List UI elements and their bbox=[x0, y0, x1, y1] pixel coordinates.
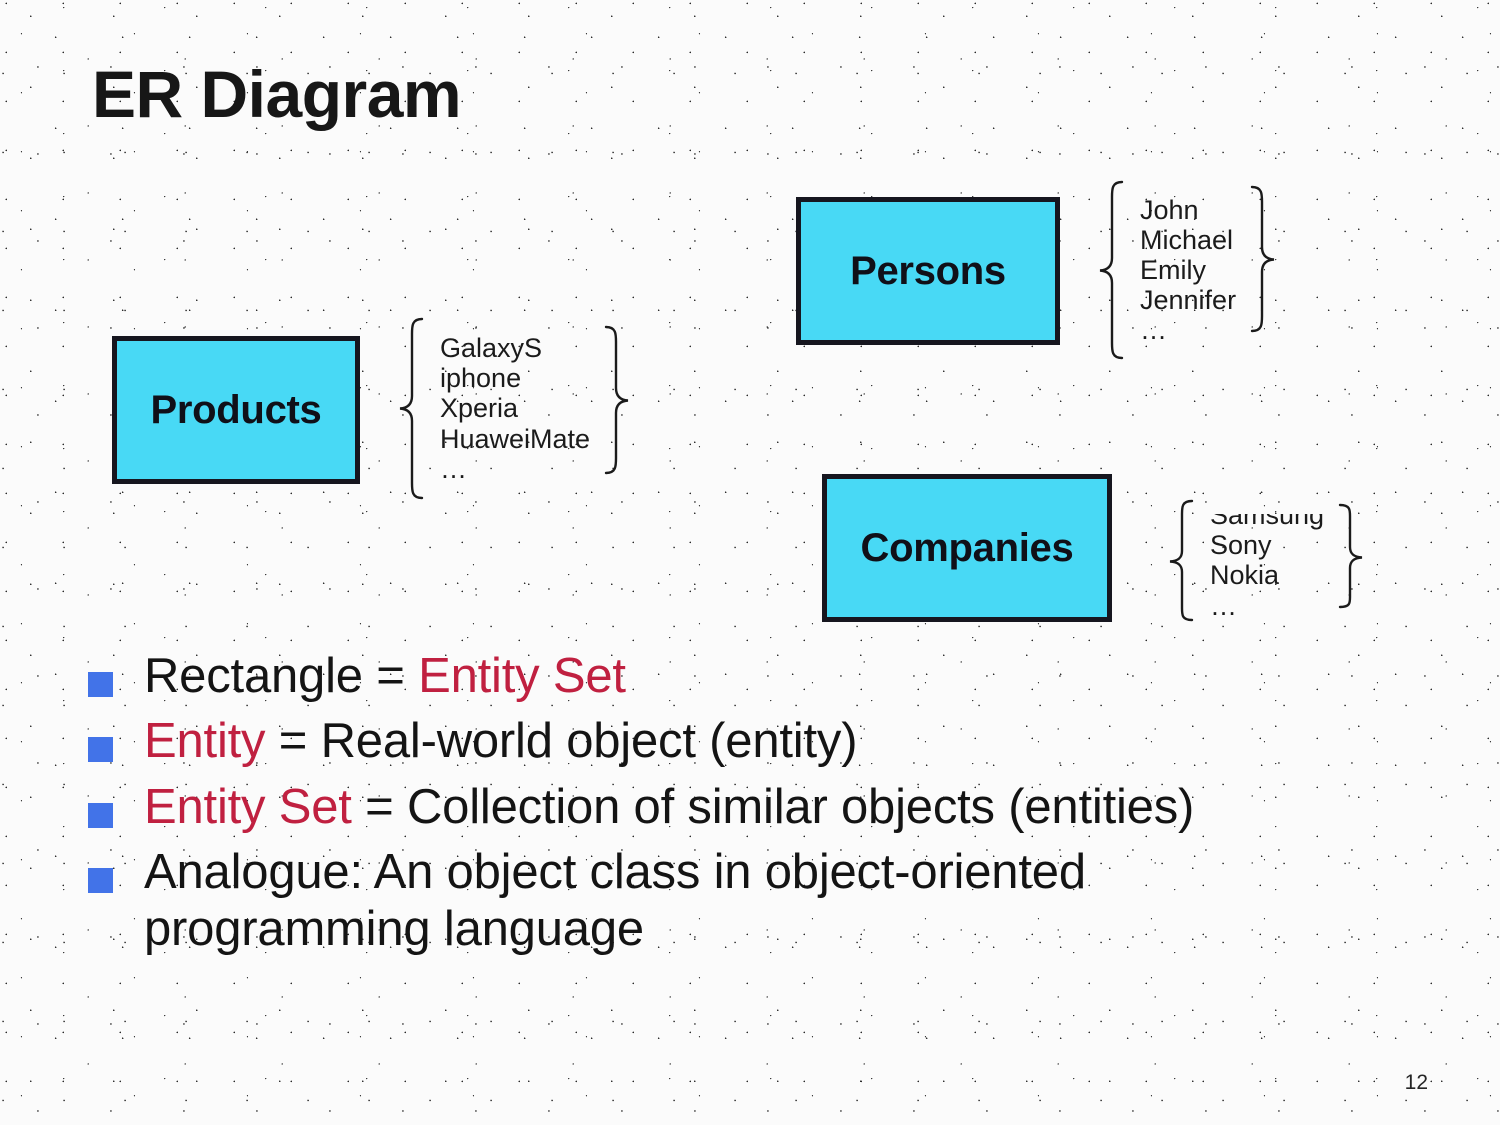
bullet-text-3: Entity Set = Collection of similar objec… bbox=[144, 779, 1194, 836]
page-number: 12 bbox=[1404, 1071, 1428, 1094]
slide-canvas: ER Diagram Products GalaxyS iphone Xperi… bbox=[0, 0, 1500, 1125]
entity-box-persons[interactable]: Persons bbox=[796, 197, 1060, 345]
member-item: Nokia bbox=[1210, 560, 1280, 591]
member-item: Jennifer bbox=[1140, 285, 1237, 316]
entity-label-persons: Persons bbox=[850, 248, 1006, 293]
member-item: iphone bbox=[440, 363, 522, 394]
bullet-square-icon bbox=[88, 737, 113, 763]
member-item: Sony bbox=[1210, 530, 1272, 561]
left-brace-icon bbox=[1169, 499, 1194, 622]
list-item: Entity Set = Collection of similar objec… bbox=[88, 779, 1428, 836]
member-item: HuaweiMate bbox=[440, 423, 591, 454]
bullet-text-1: Rectangle = Entity Set bbox=[144, 648, 626, 705]
member-item-ellipsis: … bbox=[1140, 315, 1167, 346]
bullet-segment-plain: Rectangle = bbox=[144, 649, 419, 703]
bullet-square-icon bbox=[88, 802, 113, 828]
bullet-segment-plain: = Collection of similar objects (entitie… bbox=[351, 779, 1195, 834]
right-brace-icon bbox=[604, 325, 629, 474]
member-item-clipped: Samsung bbox=[1210, 514, 1325, 531]
member-item: GalaxyS bbox=[440, 333, 543, 364]
member-item: Michael bbox=[1140, 224, 1234, 255]
left-brace-icon bbox=[399, 317, 424, 500]
member-item: John bbox=[1140, 194, 1199, 225]
entity-box-products[interactable]: Products bbox=[112, 336, 360, 484]
page-title: ER Diagram bbox=[92, 57, 462, 131]
member-list-persons: John Michael Emily Jennifer … bbox=[1098, 179, 1276, 361]
bullet-segment-highlight: Entity bbox=[144, 714, 266, 769]
member-item-ellipsis: … bbox=[1210, 590, 1237, 621]
left-brace-icon bbox=[1099, 180, 1124, 360]
member-names-persons: John Michael Emily Jennifer … bbox=[1124, 195, 1250, 345]
list-item: Entity = Real-world object (entity) bbox=[88, 713, 1428, 770]
list-item: Rectangle = Entity Set bbox=[88, 648, 1428, 705]
bullet-text-2: Entity = Real-world object (entity) bbox=[144, 713, 858, 770]
entity-box-companies[interactable]: Companies bbox=[822, 474, 1112, 622]
member-names-companies: Samsung Sony Nokia … bbox=[1194, 500, 1338, 620]
entity-label-companies: Companies bbox=[860, 525, 1074, 570]
member-list-companies: Samsung Sony Nokia … bbox=[1168, 498, 1364, 623]
bullet-list: Rectangle = Entity Set Entity = Real-wor… bbox=[88, 648, 1428, 967]
entity-label-products: Products bbox=[150, 387, 322, 432]
member-item: Xperia bbox=[440, 393, 519, 424]
member-names-products: GalaxyS iphone Xperia HuaweiMate … bbox=[424, 333, 604, 483]
list-item: Analogue: An object class in object-orie… bbox=[88, 844, 1428, 959]
bullet-segment-plain: = Real-world object (entity) bbox=[265, 714, 858, 769]
member-list-products: GalaxyS iphone Xperia HuaweiMate … bbox=[398, 316, 630, 501]
right-brace-icon bbox=[1338, 503, 1363, 608]
bullet-square-icon bbox=[88, 867, 113, 893]
bullet-text-4: Analogue: An object class in object-orie… bbox=[144, 844, 1086, 957]
right-brace-icon bbox=[1250, 185, 1275, 333]
bullet-segment-highlight: Entity Set bbox=[418, 649, 626, 703]
bullet-segment-highlight: Entity Set bbox=[144, 779, 352, 834]
member-item-ellipsis: … bbox=[440, 453, 467, 484]
member-item: Emily bbox=[1140, 254, 1206, 285]
bullet-square-icon bbox=[88, 672, 113, 697]
